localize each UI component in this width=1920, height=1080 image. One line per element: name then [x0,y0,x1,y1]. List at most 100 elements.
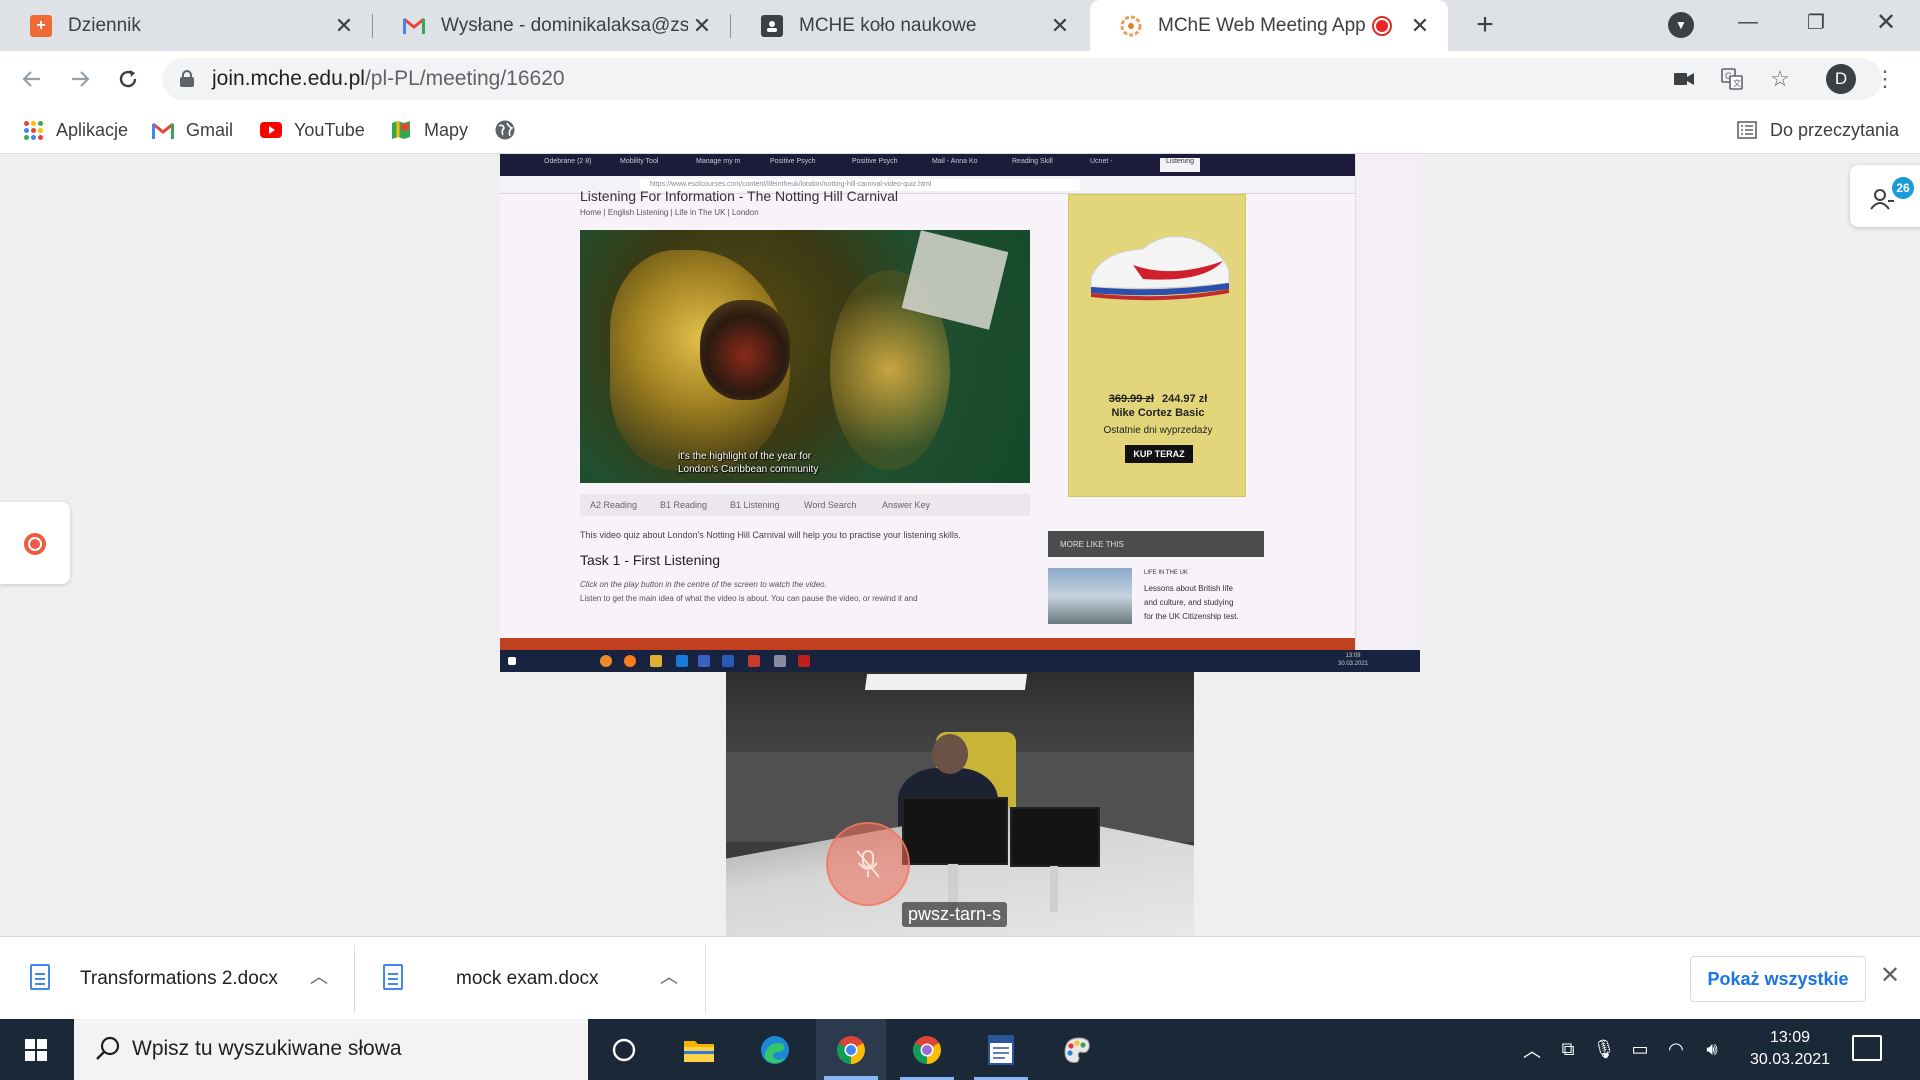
taskbar-clock[interactable]: 13:09 30.03.2021 [1740,1027,1840,1071]
ad-buy-button: KUP TERAZ [1125,445,1193,463]
participant-name-label: pwsz-tarn-s [902,902,1008,927]
tab-search-button[interactable]: ▼ [1668,12,1694,38]
wifi-icon[interactable]: ◠ [1658,1039,1694,1060]
chrome-alt-icon[interactable] [892,1019,962,1080]
url-text[interactable]: join.mche.edu.pl/pl-PL/meeting/16620 [212,67,565,91]
chevron-up-icon[interactable]: ︿ [310,963,328,989]
download-separator [705,945,706,1013]
gmail-icon [403,15,425,37]
more-like-this-category: LIFE IN THE UK [1144,570,1188,576]
new-tab-button[interactable]: + [1466,6,1504,44]
minimize-button[interactable]: — [1714,0,1782,44]
bookmarks-bar: Aplikacje Gmail YouTube Mapy Do przeczyt… [0,107,1920,154]
search-icon [96,1036,120,1060]
more-like-this-text: Lessons about British life and culture, … [1144,584,1239,621]
windows-logo-icon [25,1038,47,1061]
download-item[interactable]: mock exam.docx ︿ [355,937,705,1020]
participant-camera-feed[interactable]: pwsz-tarn-s [726,672,1194,936]
bookmark-globe[interactable] [494,117,528,143]
lesson-tab: A2 Reading [590,500,638,510]
participants-count-badge: 26 [1892,177,1914,199]
globe-icon [494,119,516,141]
tab-strip: + Dziennik ✕ Wysłane - dominikalaksa@zsw… [0,0,1920,51]
close-icon[interactable]: ✕ [330,13,358,39]
paint-icon[interactable] [1042,1019,1112,1080]
lock-icon[interactable] [180,70,194,87]
cortana-icon[interactable] [589,1019,659,1080]
bookmark-label: YouTube [294,119,365,140]
tab-dziennik[interactable]: + Dziennik ✕ [0,0,372,51]
shared-tab: Odebrane (2 8) [544,158,592,165]
apps-grid-icon [22,119,44,141]
download-item[interactable]: Transformations 2.docx ︿ [0,937,354,1020]
bookmark-label: Aplikacje [56,119,129,140]
start-button[interactable] [0,1019,72,1080]
clock-date: 30.03.2021 [1749,1051,1831,1068]
reading-list-button[interactable]: Do przeczytania [1736,117,1899,143]
camera-in-use-icon[interactable] [1672,67,1696,91]
task-instruction: Click on the play button in the centre o… [580,580,827,589]
bookmark-apps[interactable]: Aplikacje [22,117,128,143]
taskbar-search-box[interactable]: Wpisz tu wyszukiwane słowa [74,1019,588,1080]
meeting-app-icon [1120,15,1142,37]
close-download-shelf-icon[interactable]: ✕ [1880,961,1900,990]
meeting-page: Odebrane (2 8) Mobility Tool Manage my m… [0,154,1920,936]
chevron-up-icon[interactable]: ︿ [1514,1037,1550,1063]
address-bar[interactable]: join.mche.edu.pl/pl-PL/meeting/16620 G文 … [162,58,1882,100]
volume-icon[interactable]: 🔊︎ [1694,1039,1730,1060]
ad-product-name: Nike Cortez Basic [1111,407,1205,419]
bookmark-label: Mapy [424,119,469,140]
notification-center-icon[interactable] [1852,1035,1882,1061]
close-icon[interactable]: ✕ [1046,13,1074,39]
chrome-icon[interactable] [816,1019,886,1080]
close-icon[interactable]: ✕ [1406,13,1434,39]
battery-icon[interactable]: ▭ [1622,1039,1658,1060]
bookmark-label: Gmail [186,119,234,140]
youtube-icon [260,119,282,141]
microphone-icon[interactable]: 🎙︎ [1586,1039,1622,1060]
tab-meeting-app[interactable]: MChE Web Meeting App ✕ [1090,0,1448,51]
bookmark-maps[interactable]: Mapy [390,117,468,143]
bookmark-gmail[interactable]: Gmail [152,117,233,143]
shared-web-page: Listening For Information - The Notting … [500,188,1355,638]
shared-tab: Ucnet - [1090,158,1113,165]
shared-browser-tabs: Odebrane (2 8) Mobility Tool Manage my m… [500,154,1355,176]
lesson-heading: Listening For Information - The Notting … [580,188,898,204]
task-title: Task 1 - First Listening [580,552,721,568]
meet-now-icon[interactable]: ⧉ [1550,1039,1586,1060]
windows-taskbar: Wpisz tu wyszukiwane słowa ︿ ⧉ 🎙︎ ▭ ◠ 🔊︎… [0,1019,1920,1080]
show-all-downloads-button[interactable]: Pokaż wszystkie [1690,956,1866,1002]
shared-screen-view[interactable]: Odebrane (2 8) Mobility Tool Manage my m… [500,154,1420,672]
lesson-tab: Answer Key [882,500,931,510]
chrome-menu-icon[interactable]: ⋮ [1874,65,1896,93]
contact-card-icon [761,14,783,37]
gmail-icon [152,119,174,141]
tab-mche-kolo[interactable]: MCHE koło naukowe ✕ [731,0,1088,51]
lesson-tab: B1 Listening [730,500,780,510]
shared-tab: Reading Skill [1012,158,1053,165]
bookmark-youtube[interactable]: YouTube [260,117,365,143]
close-icon[interactable]: ✕ [688,13,716,39]
video-subtitle: it's the highlight of the year for Londo… [678,451,819,475]
participants-button[interactable]: 26 [1850,165,1920,227]
edge-icon[interactable] [740,1019,810,1080]
lesson-tab: Word Search [804,500,857,510]
shared-clock: 13:09 30.03.2021 [1338,653,1369,667]
download-filename: Transformations 2.docx [80,968,278,989]
shared-status-strip [500,638,1355,650]
profile-avatar[interactable]: D [1826,64,1856,94]
file-explorer-icon[interactable] [664,1019,734,1080]
back-button[interactable] [14,61,50,97]
translate-icon[interactable]: G文 [1720,67,1744,91]
notepad-icon[interactable] [966,1019,1036,1080]
chevron-up-icon[interactable]: ︿ [660,963,678,989]
maps-icon [390,119,412,141]
tab-title: Wysłane - dominikalaksa@zswoli [441,14,688,36]
reload-button[interactable] [110,61,146,97]
restore-button[interactable]: ❐ [1782,0,1850,44]
bookmark-star-icon[interactable]: ☆ [1768,66,1792,91]
recording-button[interactable] [0,502,70,584]
forward-button[interactable] [62,61,98,97]
tab-gmail[interactable]: Wysłane - dominikalaksa@zswoli ✕ [373,0,730,51]
window-close-button[interactable]: ✕ [1852,0,1920,44]
